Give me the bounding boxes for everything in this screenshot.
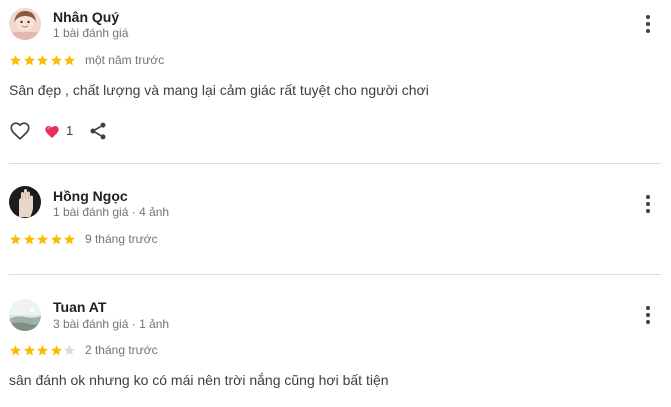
avatar[interactable] [9, 186, 41, 218]
review-date: 2 tháng trước [84, 343, 158, 357]
author-meta: 1 bài đánh giá [53, 26, 129, 40]
avatar[interactable] [9, 299, 41, 331]
more-vert-icon [646, 15, 650, 33]
review-text: sân đánh ok nhưng ko có mái nên trời nắn… [9, 372, 389, 388]
avatar-photo [9, 8, 41, 40]
review-date: 9 tháng trước [84, 232, 158, 246]
star-rating [9, 344, 77, 357]
star-filled-icon [10, 54, 21, 65]
star-filled-icon [64, 233, 76, 244]
star-filled-icon [50, 344, 62, 355]
star-filled-icon [37, 344, 49, 355]
star-filled-icon [23, 54, 35, 65]
star-filled-icon [50, 54, 62, 65]
like-count: 1 [66, 123, 74, 138]
review-actions: 1 [9, 120, 119, 142]
more-options-button[interactable] [638, 303, 658, 327]
avatar[interactable] [9, 8, 41, 40]
star-rating [9, 233, 77, 246]
more-vert-icon [646, 195, 650, 213]
reaction-heart[interactable] [44, 124, 60, 140]
star-filled-icon [10, 233, 21, 244]
review-date: một năm trước [84, 53, 165, 67]
author-name[interactable]: Hồng Ngọc [53, 188, 128, 204]
star-empty-icon [64, 344, 76, 355]
star-filled-icon [23, 344, 35, 355]
star-filled-icon [37, 233, 49, 244]
author-name[interactable]: Nhân Quý [53, 9, 119, 25]
more-options-button[interactable] [638, 12, 658, 36]
avatar-photo [9, 186, 41, 218]
star-filled-icon [37, 54, 49, 65]
star-filled-icon [10, 344, 21, 355]
more-vert-icon [646, 306, 650, 324]
rating-row: một năm trước [9, 53, 164, 67]
review-card: Tuan AT 3 bài đánh giá · 1 ảnh 2 tháng t… [0, 275, 671, 407]
star-filled-icon [50, 233, 62, 244]
share-icon [90, 122, 106, 140]
star-rating [9, 54, 77, 67]
heart-filled-icon [45, 126, 59, 138]
share-button[interactable] [88, 121, 108, 141]
review-card: Nhân Quý 1 bài đánh giá một năm trước Sâ… [0, 0, 671, 163]
author-name[interactable]: Tuan AT [53, 299, 106, 315]
review-text: Sân đẹp , chất lượng và mang lại cảm giá… [9, 82, 429, 98]
heart-outline-icon [10, 122, 30, 140]
like-button[interactable] [9, 120, 31, 142]
rating-row: 9 tháng trước [9, 232, 158, 246]
star-filled-icon [23, 233, 35, 244]
author-meta: 3 bài đánh giá · 1 ảnh [53, 317, 170, 331]
rating-row: 2 tháng trước [9, 343, 158, 357]
review-card: Hồng Ngọc 1 bài đánh giá · 4 ảnh 9 tháng… [0, 164, 671, 274]
author-meta: 1 bài đánh giá · 4 ảnh [53, 205, 170, 219]
avatar-photo [9, 299, 41, 331]
more-options-button[interactable] [638, 192, 658, 216]
star-filled-icon [64, 54, 76, 65]
